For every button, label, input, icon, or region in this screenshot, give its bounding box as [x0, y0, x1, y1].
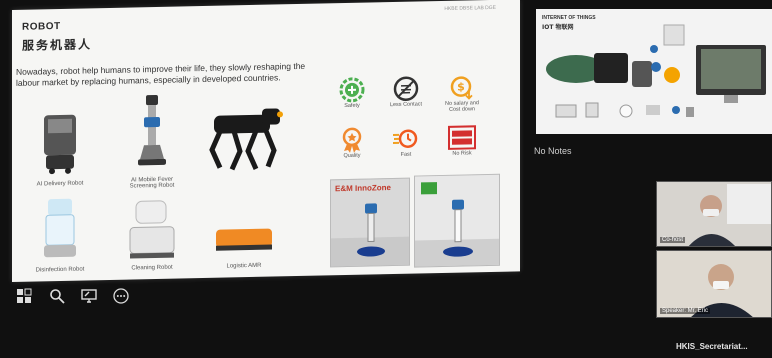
- robot-cleaning: Cleaning Robot: [118, 198, 186, 279]
- no-contact-icon: [393, 76, 419, 101]
- robot-dog: [190, 100, 290, 182]
- current-slide: ROBOT 服务机器人 HKBE DBSE LAB DGE Nowadays, …: [12, 0, 520, 282]
- speaker-notes: No Notes: [534, 146, 572, 156]
- delivery-robot-image: [44, 114, 76, 175]
- feature-label: Fast: [400, 151, 412, 158]
- participant-video-1[interactable]: Co-host: [656, 181, 772, 247]
- feature-label: Quality: [343, 152, 361, 160]
- search-icon[interactable]: [49, 288, 65, 304]
- more-options-icon[interactable]: [113, 288, 129, 304]
- robot-photo-2: [414, 173, 500, 268]
- iot-diagram-image: [546, 24, 766, 118]
- robot-label: AI Mobile Fever Screening Robot: [129, 176, 175, 190]
- slide-intro-text: Nowadays, robot help humans to improve t…: [16, 60, 306, 88]
- slide-title: ROBOT: [22, 20, 61, 33]
- medal-icon: [342, 127, 362, 153]
- feature-quality: Quality: [330, 126, 374, 159]
- screen-share-icon[interactable]: [81, 288, 97, 304]
- meeting-name: HKIS_Secretariat...: [676, 342, 748, 351]
- feature-label: No Risk: [452, 150, 472, 157]
- feature-label: Less Contact: [389, 101, 423, 109]
- cleaning-robot-image: [129, 200, 175, 259]
- feature-less-contact: Less Contact: [384, 75, 428, 108]
- slide-header-text: HKBE DBSE LAB DGE: [444, 4, 496, 12]
- robot-label: Cleaning Robot: [131, 264, 173, 272]
- feature-safety: Safety: [330, 76, 374, 109]
- slide-subtitle: 服务机器人: [22, 37, 93, 53]
- robot-photo-image: [331, 203, 410, 268]
- robot-label: AI Delivery Robot: [36, 180, 84, 188]
- svg-text:$: $: [457, 81, 465, 94]
- robot-delivery: AI Delivery Robot: [26, 112, 94, 193]
- participant-name: Co-host: [660, 237, 686, 243]
- feature-no-risk: No Risk: [440, 124, 484, 157]
- innozone-logo-text: E&M InnoZone: [335, 183, 391, 194]
- robot-photo-image: [415, 199, 500, 268]
- disinfection-robot-image: [44, 198, 76, 258]
- robot-label: Disinfection Robot: [35, 266, 85, 274]
- dollar-down-icon: $: [450, 76, 473, 100]
- robot-disinfection: Disinfection Robot: [26, 196, 94, 281]
- company-logo: [421, 182, 437, 195]
- innozone-photo: E&M InnoZone: [330, 177, 410, 268]
- robot-logistic-amr: Logistic AMR: [206, 222, 282, 278]
- fast-icon: [393, 129, 418, 148]
- feature-no-salary: $ No salary and Cost down: [440, 74, 484, 113]
- participant-name: Speaker: Mr. Eric: [660, 308, 711, 314]
- plus-gear-icon: [339, 77, 365, 103]
- feature-fast: Fast: [384, 125, 428, 158]
- logistic-amr-image: [216, 228, 272, 251]
- feature-label: Safety: [344, 102, 360, 110]
- next-slide-thumbnail[interactable]: INTERNET OF THINGS IOT 物联网: [536, 9, 772, 134]
- risk-free-stamp: [448, 125, 476, 150]
- robot-label: Logistic AMR: [226, 262, 262, 270]
- robot-fever-screening: AI Mobile Fever Screening Robot: [120, 92, 184, 197]
- slides-grid-icon[interactable]: [16, 288, 32, 304]
- participant-video-2[interactable]: Speaker: Mr. Eric: [656, 250, 772, 318]
- feature-label: No salary and Cost down: [445, 100, 479, 113]
- quadruped-robot-image: [209, 108, 283, 171]
- fever-screening-robot-image: [138, 94, 166, 166]
